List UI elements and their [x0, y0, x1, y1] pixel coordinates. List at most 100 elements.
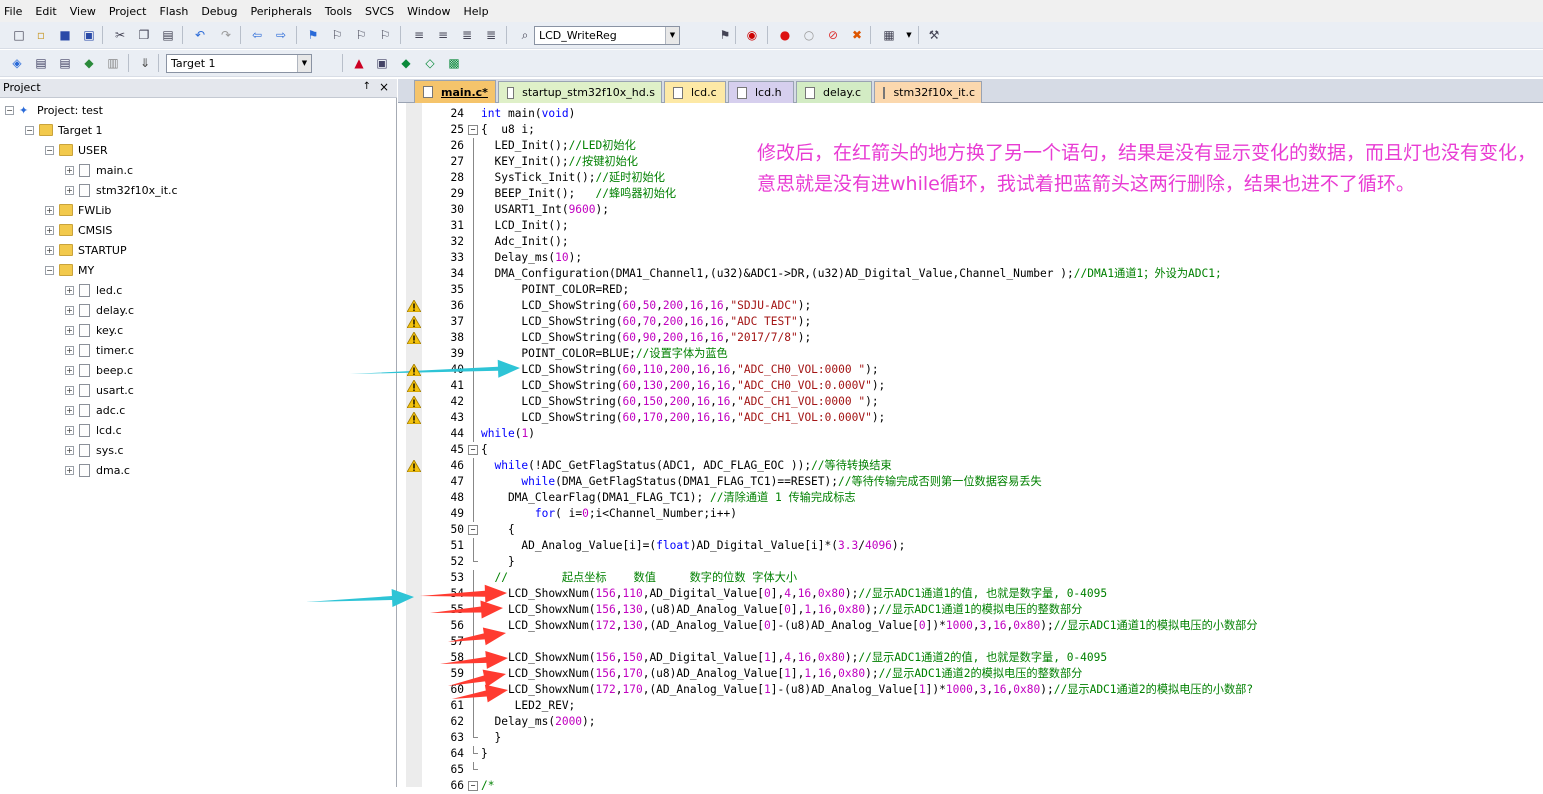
- code-line[interactable]: 30 USART1_Int(9600);: [422, 202, 1542, 218]
- code-line[interactable]: 50− {: [422, 522, 1542, 538]
- menu-svcs[interactable]: SVCS: [365, 5, 394, 18]
- undo-icon[interactable]: ↶: [191, 26, 209, 44]
- nav-back-icon[interactable]: ⇦: [248, 26, 266, 44]
- code-line[interactable]: 63 }: [422, 730, 1542, 746]
- expand-toggle-icon[interactable]: +: [65, 285, 74, 295]
- chevron-down-icon[interactable]: ▼: [297, 55, 311, 72]
- tree-file[interactable]: + lcd.c: [65, 421, 122, 439]
- menu-project[interactable]: Project: [109, 5, 147, 18]
- dropdown-arrow-icon[interactable]: ▼: [900, 26, 918, 44]
- expand-toggle-icon[interactable]: +: [65, 425, 74, 435]
- code-line[interactable]: 43 LCD_ShowString(60,170,200,16,16,"ADC_…: [422, 410, 1542, 426]
- bookmark-icon[interactable]: ⚑: [304, 26, 322, 44]
- tree-group-fwlib[interactable]: + FWLib: [45, 201, 111, 219]
- save-icon[interactable]: ■: [56, 26, 74, 44]
- tree-file[interactable]: + usart.c: [65, 381, 134, 399]
- code-line[interactable]: 38 LCD_ShowString(60,90,200,16,16,"2017/…: [422, 330, 1542, 346]
- code-line[interactable]: 32 Adc_Init();: [422, 234, 1542, 250]
- code-line[interactable]: 45−{: [422, 442, 1542, 458]
- code-line[interactable]: 24 int main(void): [422, 106, 1542, 122]
- tree-file[interactable]: + dma.c: [65, 461, 130, 479]
- chevron-down-icon[interactable]: ▼: [665, 27, 679, 44]
- copy-icon[interactable]: ❐: [135, 26, 153, 44]
- stop-build-icon[interactable]: ▥: [104, 54, 122, 72]
- code-line[interactable]: 25−{ u8 i;: [422, 122, 1542, 138]
- expand-toggle-icon[interactable]: +: [65, 305, 74, 315]
- code-line[interactable]: 35 POINT_COLOR=RED;: [422, 282, 1542, 298]
- incremental-find-icon[interactable]: ⚑: [716, 26, 734, 44]
- expand-toggle-icon[interactable]: +: [45, 245, 54, 255]
- find-in-files-icon[interactable]: ⌕: [516, 26, 534, 44]
- bookmark-next-icon[interactable]: ⚐: [352, 26, 370, 44]
- expand-toggle-icon[interactable]: +: [65, 405, 74, 415]
- translate-icon[interactable]: ◈: [8, 54, 26, 72]
- fold-toggle-icon[interactable]: −: [468, 125, 478, 135]
- build-icon[interactable]: ▤: [32, 54, 50, 72]
- expand-toggle-icon[interactable]: −: [25, 125, 34, 135]
- expand-toggle-icon[interactable]: +: [65, 345, 74, 355]
- code-line[interactable]: 66−/*: [422, 778, 1542, 794]
- select-pack-icon[interactable]: ◇: [421, 54, 439, 72]
- menu-edit[interactable]: Edit: [35, 5, 56, 18]
- tree-file[interactable]: + sys.c: [65, 441, 124, 459]
- menu-peripherals[interactable]: Peripherals: [251, 5, 312, 18]
- tree-file[interactable]: + key.c: [65, 321, 123, 339]
- menu-help[interactable]: Help: [464, 5, 489, 18]
- new-file-icon[interactable]: □: [10, 26, 28, 44]
- code-line[interactable]: 51 AD_Analog_Value[i]=(float)AD_Digital_…: [422, 538, 1542, 554]
- code-line[interactable]: 34 DMA_Configuration(DMA1_Channel1,(u32)…: [422, 266, 1542, 282]
- expand-toggle-icon[interactable]: +: [65, 465, 74, 475]
- code-line[interactable]: 42 LCD_ShowString(60,150,200,16,16,"ADC_…: [422, 394, 1542, 410]
- target-options-icon[interactable]: ▲: [350, 54, 368, 72]
- tree-file[interactable]: + timer.c: [65, 341, 134, 359]
- fold-toggle-icon[interactable]: −: [468, 525, 478, 535]
- tree-group-user[interactable]: − USER: [45, 141, 108, 159]
- breakpoint-disable-icon[interactable]: ○: [800, 26, 818, 44]
- run-time-env-icon[interactable]: ▩: [445, 54, 463, 72]
- code-line[interactable]: 59 LCD_ShowxNum(156,170,(u8)AD_Analog_Va…: [422, 666, 1542, 682]
- tree-project-root[interactable]: − ✦ Project: test: [5, 101, 103, 119]
- save-all-icon[interactable]: ▣: [80, 26, 98, 44]
- tab-startup-stm32f10x-hd-s[interactable]: startup_stm32f10x_hd.s: [498, 81, 662, 103]
- configure-icon[interactable]: ⚒: [925, 26, 943, 44]
- code-line[interactable]: 48 DMA_ClearFlag(DMA1_FLAG_TC1); //清除通道 …: [422, 490, 1542, 506]
- tree-file[interactable]: + beep.c: [65, 361, 133, 379]
- expand-toggle-icon[interactable]: +: [65, 365, 74, 375]
- tree-file[interactable]: + adc.c: [65, 401, 125, 419]
- expand-toggle-icon[interactable]: +: [65, 385, 74, 395]
- tree-file[interactable]: + stm32f10x_it.c: [65, 181, 178, 199]
- unindent-icon[interactable]: ≡: [434, 26, 452, 44]
- file-extensions-icon[interactable]: ◆: [397, 54, 415, 72]
- indent-icon[interactable]: ≡: [410, 26, 428, 44]
- code-line[interactable]: 60 LCD_ShowxNum(172,170,(AD_Analog_Value…: [422, 682, 1542, 698]
- paste-icon[interactable]: ▤: [159, 26, 177, 44]
- pin-icon[interactable]: ↑: [363, 81, 371, 92]
- expand-toggle-icon[interactable]: +: [65, 185, 74, 195]
- tab-stm32f10x-it-c[interactable]: stm32f10x_it.c: [874, 81, 982, 103]
- code-line[interactable]: 40 LCD_ShowString(60,110,200,16,16,"ADC_…: [422, 362, 1542, 378]
- tab-lcd-h[interactable]: lcd.h: [728, 81, 794, 103]
- menu-view[interactable]: View: [70, 5, 96, 18]
- code-line[interactable]: 36 LCD_ShowString(60,50,200,16,16,"SDJU-…: [422, 298, 1542, 314]
- cut-icon[interactable]: ✂: [111, 26, 129, 44]
- code-line[interactable]: 31 LCD_Init();: [422, 218, 1542, 234]
- code-line[interactable]: 55 LCD_ShowxNum(156,130,(u8)AD_Analog_Va…: [422, 602, 1542, 618]
- tree-file[interactable]: + delay.c: [65, 301, 134, 319]
- find-combo[interactable]: LCD_WriteReg ▼: [534, 26, 680, 45]
- close-icon[interactable]: ×: [379, 80, 389, 94]
- menu-debug[interactable]: Debug: [201, 5, 237, 18]
- code-line[interactable]: 58 LCD_ShowxNum(156,150,AD_Digital_Value…: [422, 650, 1542, 666]
- bookmark-clear-icon[interactable]: ⚐: [376, 26, 394, 44]
- code-line[interactable]: 49 for( i=0;i<Channel_Number;i++): [422, 506, 1542, 522]
- debug-start-icon[interactable]: ◉: [743, 26, 761, 44]
- manage-components-icon[interactable]: ▣: [373, 54, 391, 72]
- fold-toggle-icon[interactable]: −: [468, 445, 478, 455]
- code-line[interactable]: 41 LCD_ShowString(60,130,200,16,16,"ADC_…: [422, 378, 1542, 394]
- tab-main-c-[interactable]: main.c*: [414, 80, 496, 103]
- expand-toggle-icon[interactable]: −: [5, 105, 14, 115]
- nav-forward-icon[interactable]: ⇨: [272, 26, 290, 44]
- code-line[interactable]: 53 // 起点坐标 数值 数字的位数 字体大小: [422, 570, 1542, 586]
- code-editor[interactable]: 24 int main(void) 25−{ u8 i; 26 LED_Init();…: [422, 103, 1543, 792]
- code-line[interactable]: 65: [422, 762, 1542, 778]
- bookmark-prev-icon[interactable]: ⚐: [328, 26, 346, 44]
